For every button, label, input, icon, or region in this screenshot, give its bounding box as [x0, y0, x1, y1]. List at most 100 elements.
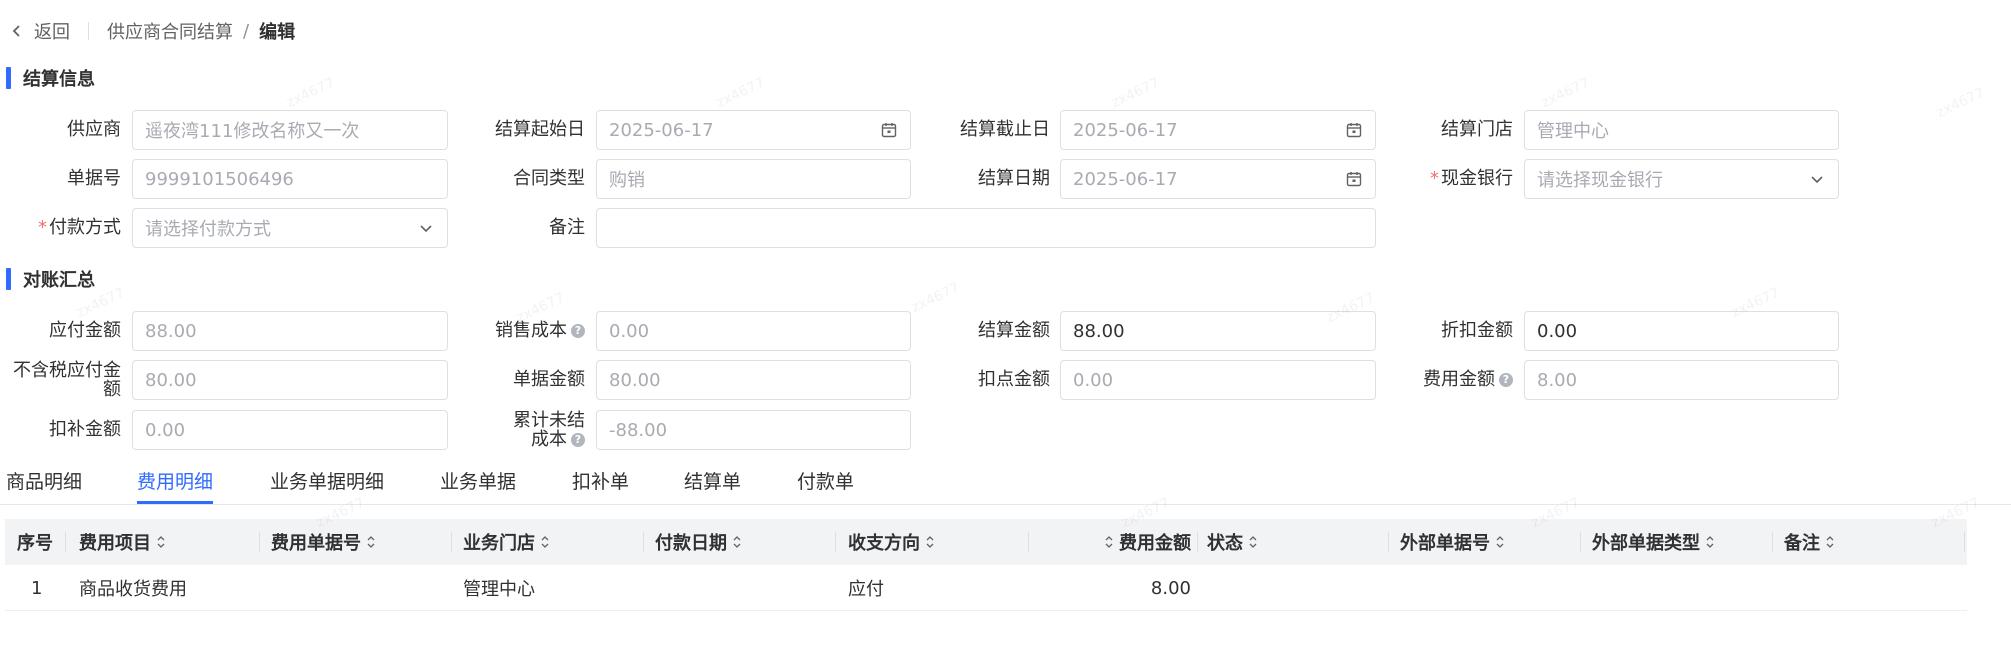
tab-business-doc-detail[interactable]: 业务单据明细: [270, 469, 384, 501]
sort-icon[interactable]: [1103, 534, 1115, 550]
help-icon[interactable]: ?: [1499, 373, 1513, 387]
column-divider: [1964, 532, 1965, 552]
deduction-amount-field[interactable]: 0.00: [1060, 360, 1376, 400]
payable-label: 应付金额: [49, 320, 121, 341]
end-date-label: 结算截止日: [960, 119, 1050, 140]
required-mark: *: [38, 217, 47, 238]
sales-cost-field[interactable]: 0.00: [596, 311, 911, 351]
payment-method-label: * 付款方式: [38, 217, 121, 238]
sort-icon[interactable]: [1247, 534, 1259, 550]
sort-icon[interactable]: [539, 534, 551, 550]
column-divider: [1388, 532, 1389, 552]
unsettled-cost-label: 累计未结 成本?: [513, 410, 585, 450]
breadcrumb-divider: [88, 22, 89, 40]
section-title: 结算信息: [23, 69, 95, 90]
unsettled-cost-field[interactable]: -88.00: [596, 410, 911, 450]
doc-no-field[interactable]: 9999101506496: [132, 159, 448, 199]
col-pay-date[interactable]: 付款日期: [655, 519, 743, 565]
cash-bank-select[interactable]: 请选择现金银行: [1524, 159, 1839, 199]
breadcrumb: 返回 供应商合同结算 / 编辑: [10, 16, 295, 46]
col-fee-doc-no[interactable]: 费用单据号: [271, 519, 377, 565]
cell-direction: 应付: [848, 579, 884, 600]
remark-label: 备注: [549, 217, 585, 238]
cash-bank-label: * 现金银行: [1430, 168, 1513, 189]
col-index: 序号: [17, 533, 53, 554]
col-status[interactable]: 状态: [1207, 519, 1259, 565]
start-date-field[interactable]: 2025-06-17: [596, 110, 911, 150]
settle-date-field[interactable]: 2025-06-17: [1060, 159, 1376, 199]
col-amount[interactable]: 费用金额: [1091, 519, 1191, 565]
breadcrumb-separator: /: [243, 20, 250, 42]
tab-supplement-docs[interactable]: 扣补单: [572, 469, 629, 501]
store-field[interactable]: 管理中心: [1524, 110, 1839, 150]
breadcrumb-parent[interactable]: 供应商合同结算: [107, 18, 233, 44]
sort-icon[interactable]: [1494, 534, 1506, 550]
sales-cost-label: 销售成本?: [470, 319, 585, 343]
watermark: zx4677: [284, 74, 338, 112]
col-store[interactable]: 业务门店: [463, 519, 551, 565]
deduction-amount-label: 扣点金额: [978, 369, 1050, 390]
sort-icon[interactable]: [924, 534, 936, 550]
section-settlement-info: 结算信息: [6, 66, 95, 90]
watermark: zx4677: [1539, 74, 1593, 112]
col-remark[interactable]: 备注: [1784, 519, 1836, 565]
remark-input[interactable]: [596, 208, 1376, 248]
detail-tabs: 商品明细 费用明细 业务单据明细 业务单据 扣补单 结算单 付款单: [0, 463, 2011, 505]
doc-amount-field[interactable]: 80.00: [596, 360, 911, 400]
tab-settlement-docs[interactable]: 结算单: [684, 469, 741, 501]
column-divider: [65, 532, 66, 552]
back-button[interactable]: 返回: [10, 18, 70, 44]
settle-date-label: 结算日期: [978, 168, 1050, 189]
table-header: 序号 费用项目 费用单据号 业务门店 付款日期 收支方向 费用金额 状态 外部单…: [5, 519, 1967, 565]
col-direction[interactable]: 收支方向: [848, 519, 936, 565]
watermark: zx4677: [714, 74, 768, 112]
cell-index: 1: [31, 577, 43, 599]
contract-type-label: 合同类型: [513, 168, 585, 189]
sort-icon[interactable]: [155, 534, 167, 550]
calendar-icon: [881, 123, 897, 138]
table-row[interactable]: 1 商品收货费用 管理中心 应付 8.00: [5, 565, 1967, 611]
watermark: zx4677: [1934, 84, 1988, 122]
sort-icon[interactable]: [1704, 534, 1716, 550]
tab-fee-detail[interactable]: 费用明细: [137, 469, 214, 504]
settle-amount-input[interactable]: 88.00: [1060, 311, 1376, 351]
sort-icon[interactable]: [365, 534, 377, 550]
help-icon[interactable]: ?: [571, 324, 585, 338]
column-divider: [1772, 532, 1773, 552]
watermark: zx4677: [1109, 74, 1163, 112]
chevron-down-icon: [1811, 176, 1823, 184]
cell-fee-item: 商品收货费用: [79, 579, 187, 600]
sort-icon[interactable]: [731, 534, 743, 550]
supplement-amount-field[interactable]: 0.00: [132, 410, 448, 450]
supplier-label: 供应商: [67, 119, 121, 140]
payable-field[interactable]: 88.00: [132, 311, 448, 351]
payable-ex-tax-label: 不含税应付金 额: [13, 360, 121, 400]
fee-amount-field[interactable]: 8.00: [1524, 360, 1839, 400]
chevron-down-icon: [420, 225, 432, 233]
col-fee-item[interactable]: 费用项目: [79, 519, 167, 565]
discount-amount-input[interactable]: 0.00: [1524, 311, 1839, 351]
contract-type-field[interactable]: 购销: [596, 159, 911, 199]
column-divider: [643, 532, 644, 552]
settle-amount-label: 结算金额: [978, 320, 1050, 341]
doc-no-label: 单据号: [67, 168, 121, 189]
tab-business-docs[interactable]: 业务单据: [440, 469, 516, 501]
tab-payment-docs[interactable]: 付款单: [797, 469, 854, 501]
watermark: zx4677: [909, 279, 963, 317]
fee-amount-label: 费用金额?: [1398, 368, 1513, 392]
back-label: 返回: [34, 22, 70, 43]
end-date-field[interactable]: 2025-06-17: [1060, 110, 1376, 150]
supplier-field[interactable]: 遥夜湾111修改名称又一次: [132, 110, 448, 150]
payment-method-select[interactable]: 请选择付款方式: [132, 208, 448, 248]
section-accent-bar: [6, 67, 11, 89]
sort-icon[interactable]: [1824, 534, 1836, 550]
column-divider: [1580, 532, 1581, 552]
payable-ex-tax-field[interactable]: 80.00: [132, 360, 448, 400]
start-date-label: 结算起始日: [495, 119, 585, 140]
help-icon[interactable]: ?: [571, 432, 585, 447]
tab-goods-detail[interactable]: 商品明细: [6, 469, 82, 501]
col-ext-type[interactable]: 外部单据类型: [1592, 519, 1716, 565]
column-divider: [1197, 532, 1198, 552]
section-accent-bar: [6, 268, 11, 290]
col-ext-no[interactable]: 外部单据号: [1400, 519, 1506, 565]
